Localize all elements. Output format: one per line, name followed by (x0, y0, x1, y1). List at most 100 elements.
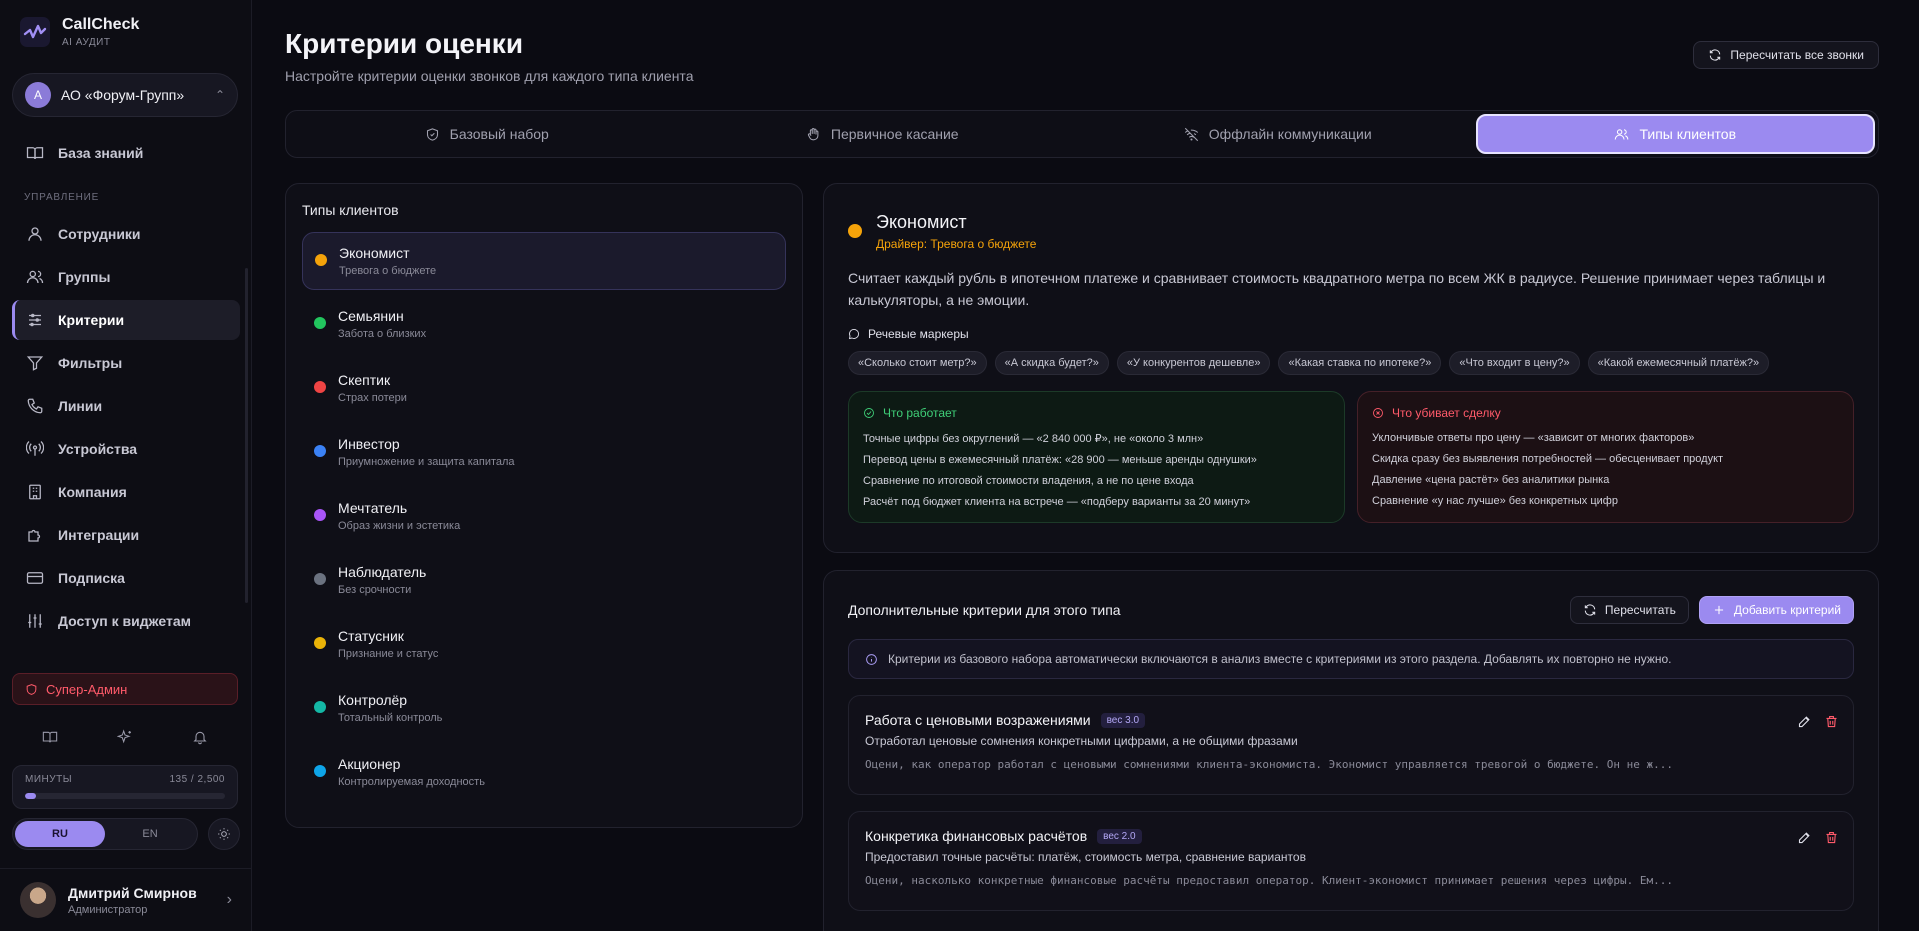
client-type-name: Скептик (338, 372, 391, 388)
puzzle-icon (28, 529, 41, 542)
tab-base-set[interactable]: Базовый набор (289, 114, 685, 154)
speech-marker-chip: «Сколько стоит метр?» (848, 351, 987, 375)
what-works-item: Расчёт под бюджет клиента на встрече — «… (863, 496, 1251, 508)
chevron-right-icon: › (226, 891, 232, 908)
radio-tower-icon (26, 441, 44, 456)
chevron-up-down-icon: ⌃ (214, 88, 225, 102)
deal-killer-item: Скидка сразу без выявления потребностей … (1372, 453, 1724, 465)
client-type-driver: Образ жизни и эстетика (338, 520, 461, 532)
tab-client-types[interactable]: Типы клиентов (1475, 114, 1875, 154)
user-profile[interactable]: Дмитрий Смирнов Администратор › (0, 868, 252, 931)
sidebar-item-company[interactable]: Компания (12, 472, 240, 512)
sidebar-item-devices[interactable]: Устройства (12, 429, 240, 469)
client-type-name: Наблюдатель (338, 564, 427, 580)
client-type-driver: Приумножение и защита капитала (338, 456, 515, 468)
sidebar-item-label: Фильтры (58, 355, 123, 371)
criterion-actions (1797, 714, 1839, 729)
edit-icon[interactable] (1797, 714, 1812, 729)
tab-offline[interactable]: Оффлайн коммуникации (1080, 114, 1476, 154)
client-type-driver: Без срочности (338, 584, 412, 596)
add-criterion-button[interactable]: Добавить критерий (1698, 596, 1854, 624)
client-type-detail: Экономист Драйвер: Тревога о бюджете Счи… (823, 183, 1879, 553)
sidebar-item-knowledge[interactable]: База знаний (12, 133, 240, 173)
building-icon (29, 484, 41, 500)
sidebar-item-groups[interactable]: Группы (12, 257, 240, 297)
tab-first-contact[interactable]: Первичное касание (685, 114, 1081, 154)
client-type-driver: Признание и статус (338, 648, 439, 660)
client-type-item[interactable]: Статусник Признание и статус (302, 616, 786, 674)
sidebar-item-label: База знаний (58, 145, 144, 161)
notifications-button[interactable] (188, 725, 212, 749)
client-type-item[interactable]: Семьянин Забота о близких (302, 296, 786, 354)
sidebar-item-label: Доступ к виджетам (58, 613, 191, 629)
lang-en-button[interactable]: EN (105, 821, 195, 847)
client-type-item[interactable]: Контролёр Тотальный контроль (302, 680, 786, 738)
tab-label: Типы клиентов (1639, 126, 1737, 142)
deal-killers-box: Что убивает сделку Уклончивые ответы про… (1357, 391, 1854, 523)
what-works-item: Сравнение по итоговой стоимости владения… (863, 475, 1194, 487)
credit-card-icon (26, 572, 44, 584)
org-switcher[interactable]: A АО «Форум-Групп» ⌃ (12, 73, 238, 117)
speech-marker-chip: «Какой ежемесячный платёж?» (1587, 351, 1770, 375)
speech-marker-chip: «У конкурентов дешевле» (1116, 351, 1271, 375)
recalc-all-label: Пересчитать все звонки (1730, 48, 1864, 62)
client-type-name: Мечтатель (338, 500, 408, 516)
minutes-progress-bar (25, 793, 225, 799)
client-type-driver: Контролируемая доходность (338, 776, 485, 788)
sidebar-item-widgets[interactable]: Доступ к виджетам (12, 601, 240, 641)
info-note: Критерии из базового набора автоматическ… (848, 639, 1854, 679)
type-color-dot (314, 765, 326, 777)
what-works-list: Точные цифры без округлений — «2 840 000… (863, 432, 1330, 508)
sidebar-item-subscription[interactable]: Подписка (12, 558, 240, 598)
sidebar-item-label: Сотрудники (58, 226, 141, 242)
speech-marker-chip: «А скидка будет?» (994, 351, 1109, 375)
users-icon (26, 270, 44, 284)
theme-toggle[interactable] (208, 818, 240, 850)
logo-icon (20, 17, 50, 47)
client-type-item[interactable]: Экономист Тревога о бюджете (302, 232, 786, 290)
client-type-name: Акционер (338, 756, 401, 772)
speech-markers-title: Речевые маркеры (868, 327, 969, 341)
sidebar-item-criteria[interactable]: Критерии (12, 300, 240, 340)
sidebar-item-lines[interactable]: Линии (12, 386, 240, 426)
sidebar: CallCheck AI АУДИТ A АО «Форум-Групп» ⌃ … (0, 0, 252, 931)
x-circle-icon (1373, 408, 1383, 418)
app-root: CallCheck AI АУДИТ A АО «Форум-Групп» ⌃ … (0, 0, 1919, 931)
sidebar-item-filters[interactable]: Фильтры (12, 343, 240, 383)
super-admin-button[interactable]: Супер-Админ (12, 673, 238, 705)
logo[interactable]: CallCheck AI АУДИТ (20, 16, 139, 48)
trash-icon[interactable] (1824, 714, 1839, 729)
sidebar-item-employees[interactable]: Сотрудники (12, 214, 240, 254)
recalc-button[interactable]: Пересчитать (1569, 596, 1689, 624)
tactics-boxes: Что работает Точные цифры без округлений… (848, 391, 1854, 523)
client-type-item[interactable]: Инвестор Приумножение и защита капитала (302, 424, 786, 482)
sidebar-scrollbar[interactable] (245, 268, 248, 603)
refresh-icon (1710, 49, 1721, 61)
info-icon (866, 653, 877, 665)
edit-icon[interactable] (1797, 830, 1812, 845)
lang-ru-button[interactable]: RU (15, 821, 105, 847)
docs-button[interactable] (38, 725, 62, 749)
client-type-item[interactable]: Мечтатель Образ жизни и эстетика (302, 488, 786, 546)
check-circle-icon (864, 408, 874, 418)
app-tagline: AI АУДИТ (62, 37, 111, 48)
sidebar-item-integrations[interactable]: Интеграции (12, 515, 240, 555)
sidebar-item-label: Устройства (58, 441, 138, 457)
client-type-item[interactable]: Наблюдатель Без срочности (302, 552, 786, 610)
sidebar-item-label: Компания (58, 484, 127, 500)
message-circle-icon (848, 329, 859, 340)
app-name: CallCheck (62, 16, 140, 33)
client-type-item[interactable]: Акционер Контролируемая доходность (302, 744, 786, 802)
ai-sparkles-button[interactable] (113, 725, 137, 749)
criteria-list: Работа с ценовыми возражениями вес 3.0 Отр… (848, 695, 1854, 911)
trash-icon[interactable] (1824, 830, 1839, 845)
type-color-dot (314, 317, 326, 329)
detail-type-name: Экономист (876, 212, 967, 232)
recalc-all-button[interactable]: Пересчитать все звонки (1693, 41, 1879, 69)
minutes-value: 135 / 2,500 (169, 774, 225, 785)
quick-actions (12, 725, 238, 749)
extra-criteria-panel: Дополнительные критерии для этого типа П… (823, 570, 1879, 931)
client-type-item[interactable]: Скептик Страх потери (302, 360, 786, 418)
tab-label: Первичное касание (830, 126, 959, 142)
client-type-driver: Тревога о бюджете (339, 265, 437, 277)
